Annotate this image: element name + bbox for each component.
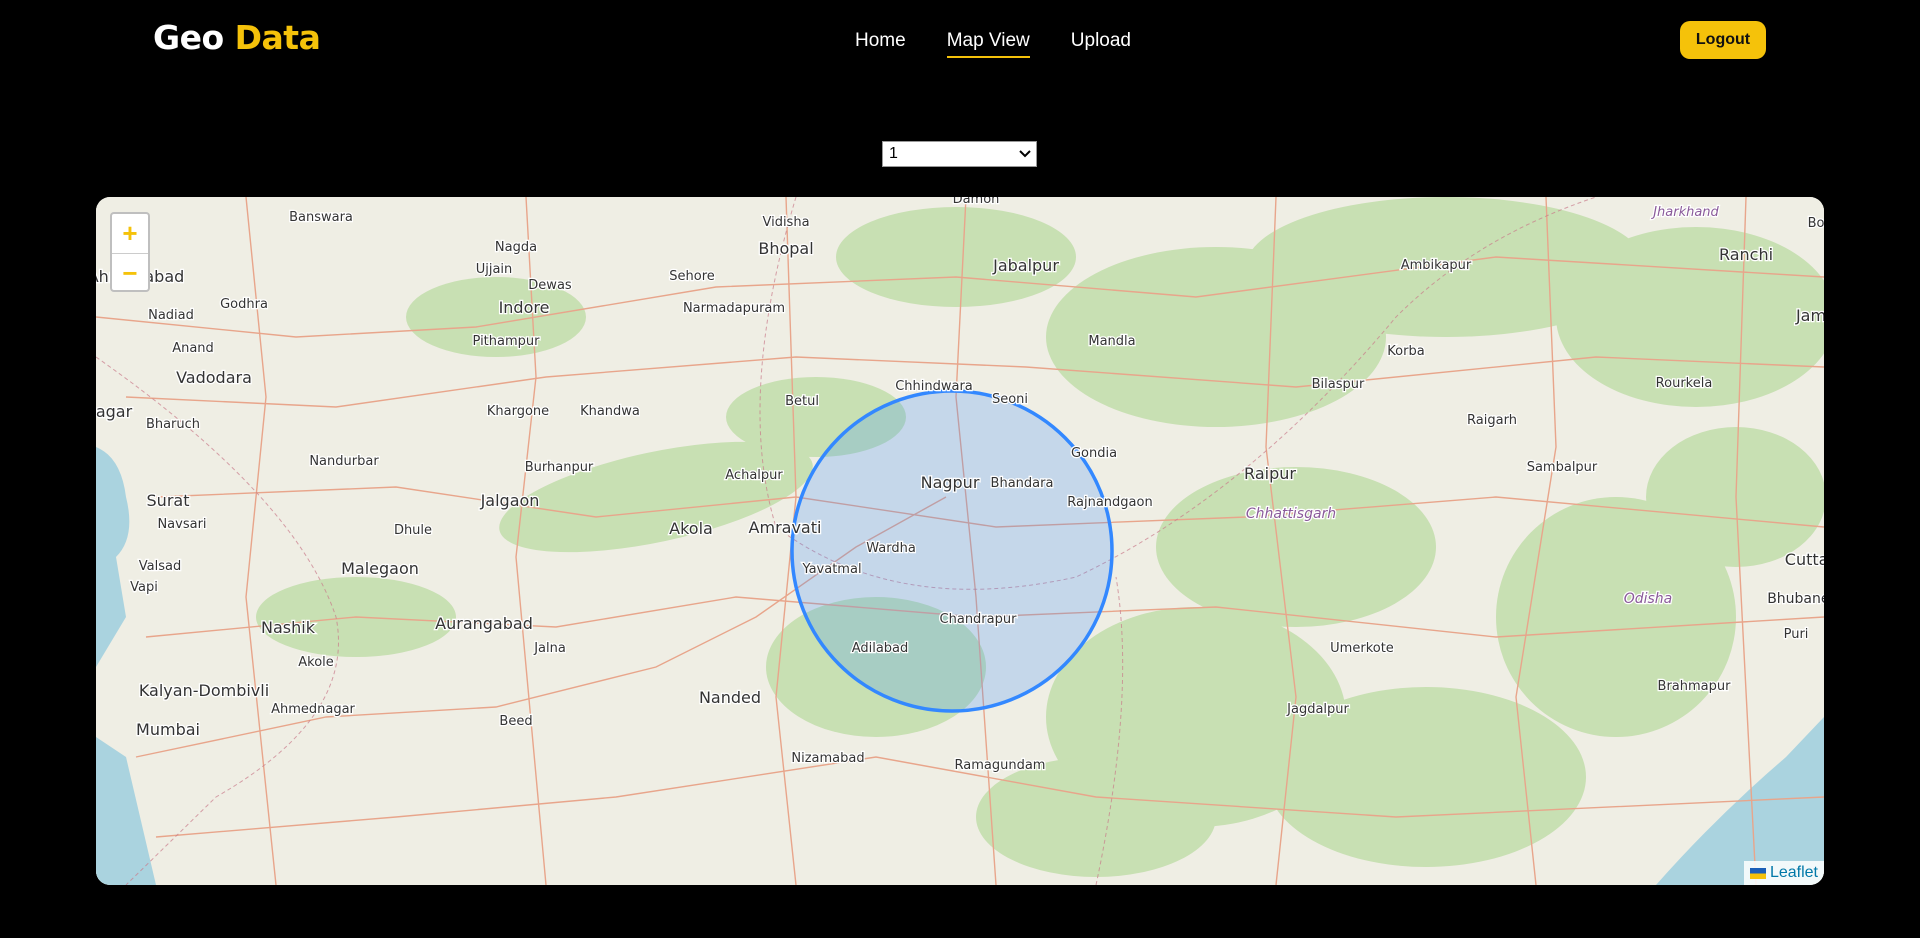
- place-label: Khargone: [487, 404, 549, 419]
- place-label: Nizamabad: [791, 751, 864, 766]
- place-label: Betul: [785, 394, 819, 409]
- place-label: Cuttac: [1785, 550, 1824, 569]
- place-label: Beed: [499, 714, 532, 729]
- nav-links: Home Map View Upload: [855, 30, 1131, 58]
- place-label: Sambalpur: [1527, 460, 1598, 475]
- place-label: Korba: [1387, 344, 1424, 359]
- place-label: Rajnandgaon: [1067, 495, 1152, 510]
- place-label: Dhule: [394, 523, 432, 538]
- map-tiles: Damoh Banswara Vidisha Jabalpur Jharkhand Nag…: [96, 197, 1824, 885]
- place-label: Ujjain: [476, 262, 513, 277]
- place-label: Rourkela: [1656, 376, 1713, 391]
- place-label: Sehore: [669, 269, 715, 284]
- nav-link-map-view[interactable]: Map View: [946, 30, 1030, 58]
- dataset-select-value: 1: [889, 145, 898, 162]
- place-label: Aurangabad: [435, 614, 533, 633]
- place-label: Indore: [499, 298, 550, 317]
- place-label: Anand: [172, 341, 214, 356]
- place-label: Mumbai: [136, 720, 200, 739]
- place-label: Akole: [298, 655, 334, 670]
- place-label: Khandwa: [580, 404, 640, 419]
- place-label: Ramagundam: [955, 758, 1046, 773]
- place-label: Ambikapur: [1401, 258, 1472, 273]
- place-label: Bilaspur: [1312, 377, 1365, 392]
- map-attribution[interactable]: Leaflet: [1743, 861, 1824, 885]
- place-label: Mandla: [1088, 334, 1135, 349]
- place-label: Jharkhand: [1650, 205, 1719, 220]
- place-label: Malegaon: [341, 559, 419, 578]
- place-label: Bhopal: [758, 239, 813, 258]
- place-label: Chhindwara: [895, 379, 973, 394]
- place-label: Raipur: [1244, 464, 1296, 483]
- place-label: Nagda: [495, 240, 537, 255]
- place-label: Nanded: [699, 688, 761, 707]
- place-label: Vapi: [130, 580, 158, 595]
- place-label: Nagar: [96, 402, 133, 421]
- place-label: Jam: [1795, 306, 1824, 325]
- place-label: Surat: [147, 491, 190, 510]
- place-label: Ranchi: [1719, 245, 1773, 264]
- place-label: Odisha: [1624, 591, 1673, 607]
- place-label: Bhubanes: [1767, 591, 1824, 607]
- place-label: Puri: [1784, 627, 1809, 642]
- radius-circle[interactable]: [790, 389, 1114, 713]
- logout-button[interactable]: Logout: [1680, 21, 1766, 59]
- place-label: Dewas: [528, 278, 572, 293]
- place-label: Jagdalpur: [1286, 702, 1349, 717]
- place-label: Navsari: [157, 517, 206, 532]
- nav-link-upload[interactable]: Upload: [1071, 30, 1131, 58]
- place-label: Bharuch: [146, 417, 200, 432]
- brand-logo[interactable]: Geo Data: [153, 18, 321, 57]
- place-label: Chhattisgarh: [1246, 506, 1336, 522]
- brand-part-2: Data: [234, 18, 321, 57]
- attribution-link[interactable]: Leaflet: [1770, 864, 1818, 882]
- zoom-in-button[interactable]: +: [112, 214, 148, 254]
- place-label: Raigarh: [1467, 413, 1517, 428]
- zoom-control: + −: [110, 212, 150, 292]
- brand-part-1: Geo: [153, 18, 224, 57]
- place-label: Chandrapur: [940, 612, 1018, 627]
- place-label: Nagpur: [921, 473, 980, 492]
- place-label: Vidisha: [762, 215, 809, 230]
- place-label: Bhandara: [991, 476, 1054, 491]
- map-container[interactable]: Damoh Banswara Vidisha Jabalpur Jharkhand Nag…: [96, 197, 1824, 885]
- place-label: Nadiad: [148, 308, 194, 323]
- place-label: Godhra: [220, 297, 268, 312]
- place-label: Ahmednagar: [271, 702, 355, 717]
- place-label: Jalgaon: [480, 491, 540, 510]
- place-label: Adilabad: [852, 641, 909, 656]
- place-label: Wardha: [866, 541, 916, 556]
- place-label: Vadodara: [176, 368, 252, 387]
- place-label: Bo: [1808, 216, 1824, 231]
- ukraine-flag-icon: [1749, 867, 1766, 879]
- place-label: Umerkote: [1330, 641, 1394, 656]
- place-label: Yavatmal: [801, 562, 861, 577]
- chevron-down-icon: [1019, 150, 1031, 158]
- place-label: Kalyan-Dombivli: [139, 681, 269, 700]
- place-label: Achalpur: [725, 468, 783, 483]
- place-label: Akola: [669, 519, 713, 538]
- zoom-out-button[interactable]: −: [112, 254, 148, 293]
- dataset-select[interactable]: 1: [882, 141, 1037, 167]
- place-label: Damoh: [953, 197, 1000, 207]
- nav-link-home[interactable]: Home: [855, 30, 906, 58]
- place-label: Jalna: [533, 641, 566, 656]
- navbar: Geo Data Home Map View Upload Logout: [0, 0, 1920, 80]
- place-label: Narmadapuram: [683, 301, 785, 316]
- place-label: Burhanpur: [525, 460, 594, 475]
- place-label: Amravati: [749, 518, 822, 537]
- place-label: Brahmapur: [1658, 679, 1732, 694]
- place-label: Nashik: [261, 618, 316, 637]
- place-label: Valsad: [139, 559, 181, 574]
- place-label: Seoni: [992, 392, 1028, 407]
- place-label: Jabalpur: [992, 256, 1059, 275]
- place-label: Nandurbar: [309, 454, 379, 469]
- place-label: Gondia: [1071, 446, 1117, 461]
- place-label: Banswara: [289, 210, 353, 225]
- place-label: Pithampur: [473, 334, 541, 349]
